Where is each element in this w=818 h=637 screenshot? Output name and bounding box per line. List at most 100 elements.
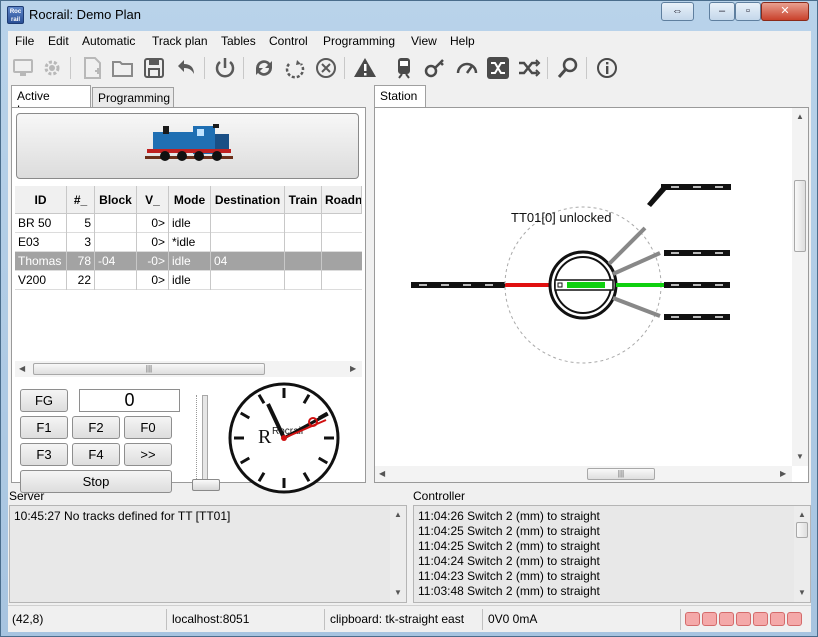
warning-icon[interactable] — [353, 56, 377, 80]
rotate-icon[interactable] — [283, 56, 307, 80]
cell-train — [285, 271, 322, 290]
status-led — [702, 612, 717, 626]
f0-button[interactable]: F0 — [124, 416, 172, 439]
cell-id: E03 — [15, 233, 67, 252]
fg-button[interactable]: FG — [20, 389, 68, 412]
scroll-up-arrow-icon[interactable]: ▲ — [796, 112, 804, 121]
menu-edit[interactable]: Edit — [48, 34, 69, 48]
restore-arrows-button[interactable]: ⇔ — [661, 2, 694, 21]
scrollbar-thumb[interactable] — [796, 522, 808, 538]
trackplan-vertical-scrollbar[interactable]: ▲ ▼ — [792, 108, 808, 466]
scrollbar-thumb[interactable]: ||| — [587, 468, 655, 480]
power-icon[interactable] — [213, 56, 237, 80]
server-log-scrollbar[interactable]: ▲ ▼ — [390, 506, 406, 602]
cell-destination — [211, 233, 285, 252]
undo-icon[interactable] — [174, 56, 198, 80]
new-file-icon[interactable] — [80, 56, 104, 80]
scroll-down-arrow-icon[interactable]: ▼ — [394, 588, 402, 597]
menu-tables[interactable]: Tables — [221, 34, 256, 48]
info-icon[interactable] — [595, 56, 619, 80]
f4-button[interactable]: F4 — [72, 443, 120, 466]
tab-station[interactable]: Station — [374, 85, 426, 108]
scroll-left-arrow-icon[interactable]: ◀ — [19, 364, 25, 373]
server-icon[interactable] — [11, 56, 35, 80]
tab-active-locos[interactable]: Active Locos — [11, 85, 91, 117]
status-coordinates: (42,8) — [12, 612, 44, 626]
trackplan-horizontal-scrollbar[interactable]: ◀ ||| ▶ — [375, 466, 792, 482]
toolbar — [8, 51, 811, 85]
col-header-roadname[interactable]: Roadn — [322, 186, 362, 214]
status-led — [685, 612, 700, 626]
tab-programming[interactable]: Programming — [92, 87, 174, 108]
scrollbar-thumb[interactable] — [794, 180, 806, 252]
f3-button[interactable]: F3 — [20, 443, 68, 466]
loco-key-icon[interactable] — [423, 56, 447, 80]
open-folder-icon[interactable] — [111, 56, 135, 80]
menu-file[interactable]: File — [15, 34, 34, 48]
train-icon[interactable] — [392, 56, 416, 80]
f1-button[interactable]: F1 — [20, 416, 68, 439]
zoom-icon[interactable] — [556, 56, 580, 80]
scroll-right-arrow-icon[interactable]: ▶ — [350, 364, 356, 373]
loco-table-horizontal-scrollbar[interactable]: ◀ ||| ▶ — [15, 361, 362, 377]
cell-block — [95, 271, 137, 290]
table-row[interactable]: V200 22 0> idle — [15, 271, 362, 290]
maximize-button[interactable]: ▫ — [735, 2, 761, 21]
menu-control[interactable]: Control — [269, 34, 308, 48]
menu-view[interactable]: View — [411, 34, 437, 48]
menu-programming[interactable]: Programming — [323, 34, 395, 48]
controller-log[interactable]: 11:04:26 Switch 2 (mm) to straight 11:04… — [413, 505, 811, 603]
track-plan-canvas[interactable]: TT01[0] unlocked — [375, 108, 792, 466]
speed-slider[interactable] — [192, 395, 222, 495]
loco-image-button[interactable] — [16, 113, 359, 179]
col-header-block[interactable]: Block — [95, 186, 137, 214]
table-row[interactable]: E03 3 0> *idle — [15, 233, 362, 252]
cell-number: 3 — [67, 233, 95, 252]
menu-track-plan[interactable]: Track plan — [152, 34, 208, 48]
menu-automatic[interactable]: Automatic — [82, 34, 135, 48]
scroll-up-arrow-icon[interactable]: ▲ — [394, 510, 402, 519]
minimize-button[interactable]: – — [709, 2, 735, 21]
scroll-right-arrow-icon[interactable]: ▶ — [780, 469, 786, 478]
menu-help[interactable]: Help — [450, 34, 475, 48]
gauge-icon[interactable] — [455, 56, 479, 80]
col-header-id[interactable]: ID — [15, 186, 67, 214]
steam-locomotive-image — [145, 124, 233, 161]
shuffle-icon[interactable] — [517, 56, 541, 80]
speed-slider-handle[interactable] — [192, 479, 220, 491]
cell-block — [95, 214, 137, 233]
scrollbar-thumb[interactable]: ||| — [33, 363, 265, 375]
status-led — [770, 612, 785, 626]
col-header-number[interactable]: #_ — [67, 186, 95, 214]
col-header-train[interactable]: Train — [285, 186, 322, 214]
cell-mode: *idle — [169, 233, 211, 252]
cancel-icon[interactable] — [314, 56, 338, 80]
scroll-left-arrow-icon[interactable]: ◀ — [379, 469, 385, 478]
scroll-up-arrow-icon[interactable]: ▲ — [798, 510, 806, 519]
svg-text:R: R — [258, 426, 272, 448]
controller-log-scrollbar[interactable]: ▲ ▼ — [794, 506, 810, 602]
cell-destination: 04 — [211, 252, 285, 271]
settings-gear-icon[interactable] — [40, 56, 64, 80]
scroll-down-arrow-icon[interactable]: ▼ — [796, 452, 804, 461]
table-row-selected[interactable]: Thomas 78 -04 -0> idle 04 — [15, 252, 362, 271]
col-header-mode[interactable]: Mode — [169, 186, 211, 214]
col-header-v[interactable]: V_ — [137, 186, 169, 214]
loco-table: ID #_ Block V_ Mode Destination Train Ro… — [15, 186, 362, 361]
cell-destination — [211, 214, 285, 233]
sync-icon[interactable] — [252, 56, 276, 80]
scroll-down-arrow-icon[interactable]: ▼ — [798, 588, 806, 597]
server-log[interactable]: 10:45:27 No tracks defined for TT [TT01]… — [9, 505, 407, 603]
speed-value-field[interactable]: 0 — [79, 389, 180, 412]
f2-button[interactable]: F2 — [72, 416, 120, 439]
cell-mode: idle — [169, 271, 211, 290]
cell-id: V200 — [15, 271, 67, 290]
table-row[interactable]: BR 50 5 0> idle — [15, 214, 362, 233]
col-header-destination[interactable]: Destination — [211, 186, 285, 214]
cell-v: 0> — [137, 233, 169, 252]
close-button[interactable]: ✕ — [761, 2, 809, 21]
more-functions-button[interactable]: >> — [124, 443, 172, 466]
shuffle-box-icon[interactable] — [486, 56, 510, 80]
save-icon[interactable] — [142, 56, 166, 80]
rocrail-app-icon: Roc rail — [7, 6, 24, 24]
